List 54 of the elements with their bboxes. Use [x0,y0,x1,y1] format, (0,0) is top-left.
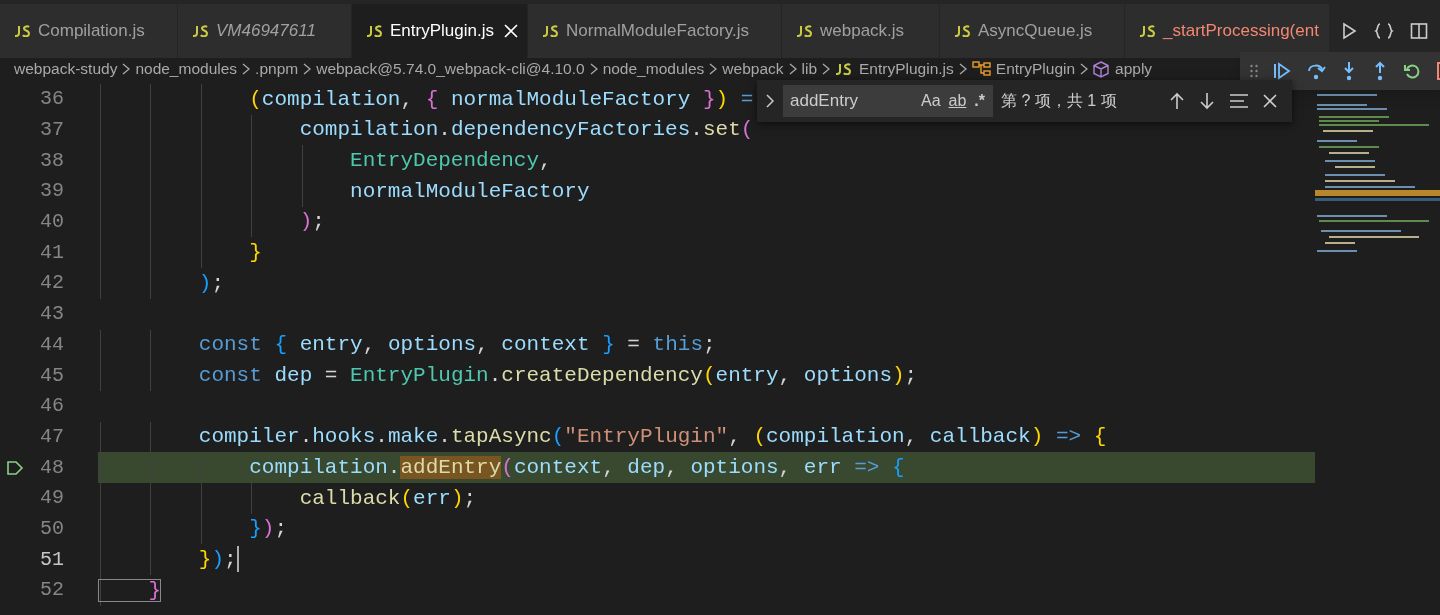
code-line: compilation.dependencyFactories.set( [298,117,754,144]
code-line: compiler.hooks.make.tapAsync("EntryPlugin", (compilation, callback) => { [197,424,1107,451]
editor-tab[interactable]: VM46947611 [178,4,352,58]
line-number: 46 [39,393,64,420]
breadcrumb-item[interactable]: lib [801,57,818,81]
code-line: normalModuleFactory [349,178,590,205]
code-line: ); [298,209,325,236]
line-number: 47 [39,423,64,450]
editor-tab[interactable]: NormalModuleFactory.js [528,4,782,58]
line-number: 39 [39,178,64,205]
code-line: } [248,240,262,267]
breadcrumb-item[interactable]: EntryPlugin [971,57,1076,81]
match-count: 第 ? 项，共 1 项 [1001,91,1118,111]
code-line: ); [197,270,225,297]
line-number: 43 [39,301,64,328]
editor-tab[interactable]: Compilation.js [0,4,178,58]
line-number: 44 [39,331,64,358]
editor-tab[interactable]: webpack.js [782,4,940,58]
breadcrumb-item[interactable]: webpack-study [14,57,118,81]
line-number: 45 [39,362,64,389]
line-number: 41 [39,239,64,266]
line-number: 40 [39,209,64,236]
code-line: EntryDependency, [349,147,552,174]
breadcrumb-item[interactable]: webpack@5.74.0_webpack-cli@4.10.0 [316,57,585,81]
breadcrumb-item[interactable]: node_modules [602,57,705,81]
line-number: 42 [39,270,64,297]
code-line: const dep = EntryPlugin.createDependency(entry, options); [197,362,918,389]
code-line: } [98,574,161,607]
breadcrumb-item[interactable]: apply [1093,57,1153,81]
search-option[interactable]: Aa [916,89,945,113]
editor-tab[interactable]: EntryPlugin.js [352,4,528,58]
breadcrumb-item[interactable]: EntryPlugin.js [835,57,954,81]
search-option[interactable]: .* [970,89,989,113]
code-line: compilation.addEntry(context, dep, options, err => { [248,454,905,481]
line-number: 49 [39,485,64,512]
line-number: 37 [39,117,64,144]
search-field[interactable]: addEntry Aa ab .* [783,85,993,117]
breadcrumb-item[interactable]: .pnpm [255,57,299,81]
search-option[interactable]: ab [944,89,971,113]
code-line: const { entry, options, context } = this; [197,332,716,359]
editor-tab[interactable]: AsyncQueue.js [940,4,1125,58]
line-number: 50 [39,515,64,542]
editor-tab[interactable]: _startProcessing(ent [1125,4,1330,58]
code-line: (compilation, { normalModuleFactory }) = [248,86,754,113]
code-line: }); [248,516,288,543]
code-line: }); [197,545,239,575]
code-line: callback(err); [298,485,477,512]
line-number: 52 [39,577,64,604]
line-number: 38 [39,147,64,174]
line-number: 36 [39,86,64,113]
line-number: 48 [39,454,64,481]
breadcrumb-item[interactable]: webpack [722,57,784,81]
breadcrumb-item[interactable]: node_modules [135,57,238,81]
line-number: 51 [39,546,64,573]
